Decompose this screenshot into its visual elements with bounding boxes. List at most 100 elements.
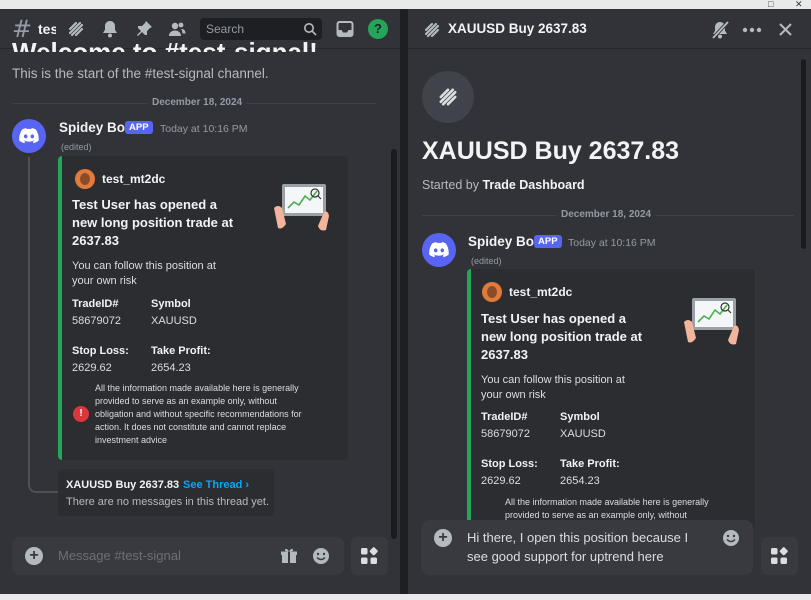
embed-author[interactable]: test_mt2dc (509, 285, 572, 299)
emoji-icon[interactable] (722, 529, 740, 547)
thread-icon (439, 88, 457, 106)
embed-title-line: Test User has opened a (72, 197, 217, 212)
edited-label: (edited) (61, 142, 92, 152)
embed-title-line: Test User has opened a (481, 311, 626, 326)
app-badge: APP (125, 121, 153, 134)
embed-disclaimer: All the information made available here … (95, 382, 302, 447)
help-icon[interactable]: ? (368, 19, 388, 39)
embed-title: Test User has opened a new long position… (72, 196, 233, 250)
thread-empty-text: There are no messages in this thread yet… (66, 496, 269, 508)
tablet-chart-illustration (684, 298, 739, 345)
embed-desc-line: You can follow this position at (481, 374, 625, 386)
mute-bell-icon[interactable] (710, 20, 730, 40)
discord-logo-icon (429, 242, 449, 258)
app-badge: APP (534, 235, 562, 248)
field-takeprofit-name: Take Profit: (560, 458, 620, 470)
thread-start-icon (422, 71, 474, 123)
maximize-button[interactable]: □ (768, 0, 773, 9)
thread-composer[interactable]: + Hi there, I open this position because… (421, 520, 753, 575)
field-tradeid-value: 58679072 (481, 428, 530, 440)
plus-icon[interactable]: + (25, 547, 43, 565)
message-composer[interactable]: + Message #test-signal (12, 537, 344, 575)
field-tradeid-name: TradeID# (72, 298, 119, 310)
embed-title-line: new long position trade at (481, 329, 643, 344)
search-placeholder: Search (206, 22, 245, 36)
field-takeprofit-name: Take Profit: (151, 345, 211, 357)
trade-embed: test_mt2dc Test User has opened a new lo… (58, 156, 348, 460)
more-icon[interactable] (742, 27, 762, 33)
message-timestamp[interactable]: Today at 10:16 PM (568, 237, 656, 249)
plus-icon[interactable]: + (434, 529, 452, 547)
window-titlebar: □ ✕ (0, 0, 811, 9)
embed-title-line: new long position trade at (72, 215, 234, 230)
embed-desc-line: your own risk (72, 275, 137, 287)
threads-icon[interactable] (66, 19, 86, 39)
window-close-button[interactable]: ✕ (795, 0, 803, 9)
thread-header: XAUUSD Buy 2637.83 (408, 9, 811, 49)
field-takeprofit-value: 2654.23 (151, 362, 191, 374)
apps-icon (771, 547, 788, 564)
field-symbol-name: Symbol (151, 298, 191, 310)
embed-author-avatar (482, 282, 502, 302)
welcome-subtitle: This is the start of the #test-signal ch… (12, 66, 269, 81)
composer-text[interactable]: Hi there, I open this position because I… (467, 528, 688, 566)
pane-divider[interactable] (400, 9, 408, 594)
emoji-icon[interactable] (312, 547, 330, 565)
field-symbol-name: Symbol (560, 411, 600, 423)
apps-icon (361, 547, 378, 564)
thread-header-title: XAUUSD Buy 2637.83 (448, 21, 587, 36)
embed-author-avatar (75, 169, 95, 189)
apps-button[interactable] (761, 537, 798, 575)
discord-logo-icon (19, 128, 39, 144)
started-by-prefix: Started by (422, 178, 483, 192)
thread-connector (28, 157, 58, 493)
close-icon[interactable] (778, 22, 793, 37)
message-author[interactable]: Spidey Bot (468, 234, 539, 249)
gift-icon[interactable] (280, 547, 298, 565)
see-thread-link[interactable]: See Thread › (183, 479, 249, 491)
field-tradeid-value: 58679072 (72, 315, 121, 327)
field-symbol-value: XAUUSD (560, 428, 606, 440)
edited-label: (edited) (471, 256, 502, 266)
disclaimer-line: provided to serve as an example only, wi… (95, 396, 277, 406)
embed-desc-line: your own risk (481, 389, 546, 401)
tablet-chart-illustration (274, 184, 329, 231)
welcome-title: Welcome to #test-signal! (12, 37, 318, 52)
embed-title: Test User has opened a new long position… (481, 310, 642, 364)
composer-placeholder: Message #test-signal (58, 548, 181, 563)
channel-name: tes (38, 21, 56, 37)
disclaimer-line: All the information made available here … (95, 383, 299, 393)
pin-icon[interactable] (134, 19, 154, 39)
message-author[interactable]: Spidey Bot (59, 120, 130, 135)
members-icon[interactable] (167, 19, 187, 39)
bell-icon[interactable] (100, 19, 120, 39)
inbox-icon[interactable] (335, 19, 355, 39)
date-divider: December 18, 2024 (557, 209, 656, 220)
started-by-user[interactable]: Trade Dashboard (482, 178, 584, 192)
thread-title[interactable]: XAUUSD Buy 2637.83 (66, 479, 179, 491)
message-timestamp[interactable]: Today at 10:16 PM (160, 123, 248, 135)
embed-desc-line: You can follow this position at (72, 260, 216, 272)
embed-description: You can follow this position at your own… (72, 259, 216, 289)
started-by: Started by Trade Dashboard (422, 178, 585, 192)
field-stoploss-name: Stop Loss: (481, 458, 538, 470)
thread-pane: XAUUSD Buy 2637.83 XAUUSD Buy 2637.83 St… (408, 9, 811, 594)
date-divider: December 18, 2024 (148, 97, 247, 108)
bot-avatar[interactable] (12, 119, 46, 153)
field-stoploss-value: 2629.62 (72, 362, 112, 374)
apps-button[interactable] (351, 537, 388, 575)
embed-disclaimer: All the information made available here … (505, 496, 709, 522)
field-symbol-value: XAUUSD (151, 315, 197, 327)
embed-title-line: 2637.83 (72, 233, 119, 248)
search-icon (304, 23, 317, 36)
warning-icon: ! (73, 406, 89, 422)
thread-card[interactable]: XAUUSD Buy 2637.83 See Thread › There ar… (58, 469, 274, 516)
thread-scrollbar[interactable] (801, 59, 806, 249)
thread-title-large: XAUUSD Buy 2637.83 (422, 137, 680, 165)
channel-scrollbar[interactable] (391, 149, 397, 539)
disclaimer-line: All the information made available here … (505, 497, 709, 507)
bot-avatar[interactable] (422, 233, 456, 267)
field-takeprofit-value: 2654.23 (560, 475, 600, 487)
thread-icon (424, 22, 440, 38)
embed-author[interactable]: test_mt2dc (102, 172, 165, 186)
